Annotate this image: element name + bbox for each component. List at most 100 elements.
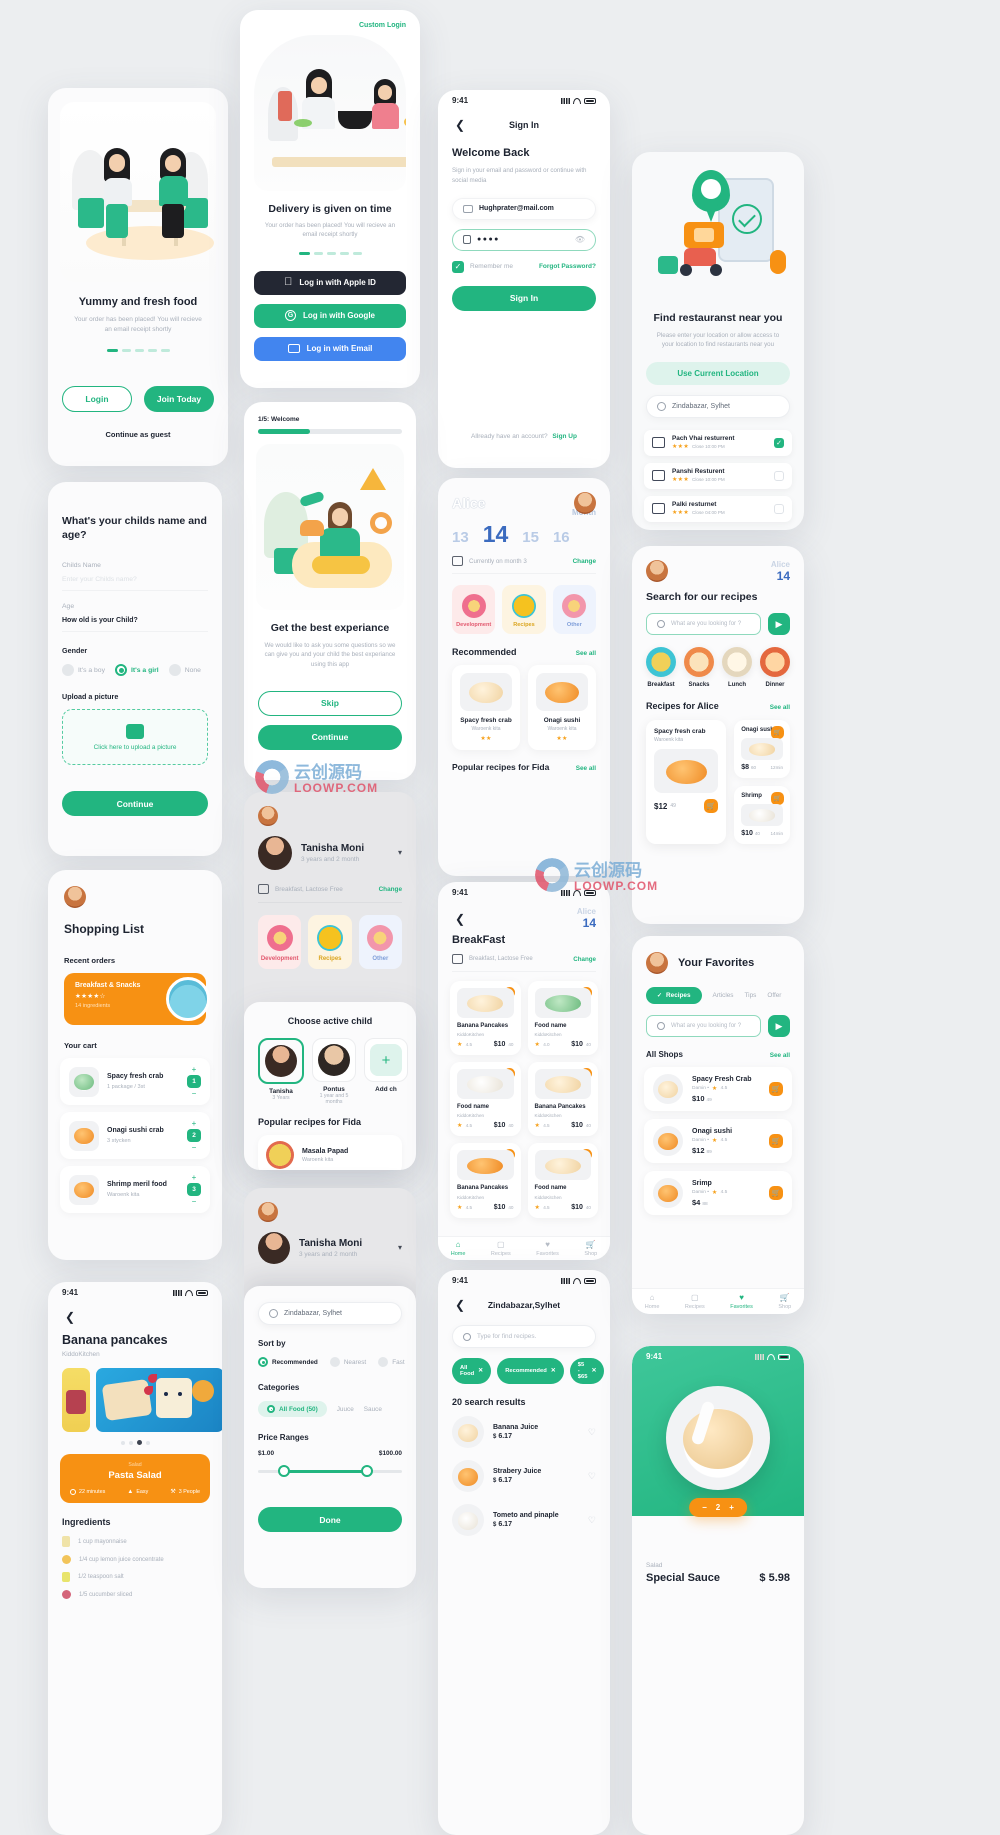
chip-all-food[interactable]: All Food (50) [258,1401,327,1417]
childs-name-field[interactable]: Childs Name Enter your Childs name? [62,562,208,592]
avatar[interactable] [574,492,596,514]
popular-see-all[interactable]: See all [576,765,596,772]
category-snacks[interactable]: Snacks [684,647,714,688]
sort-radio-fast[interactable] [378,1357,389,1367]
category-dinner[interactable]: Dinner [760,647,790,688]
remember-me-checkbox[interactable]: ✓ [452,260,464,273]
apple-login-button[interactable]:  Log in with Apple ID [254,270,406,295]
food-card[interactable]: ♡ Banana Pancakes KiddoKitchen ★ 4.5 $10… [450,1143,521,1218]
favorite-icon[interactable]: ♡ [588,1515,596,1525]
gallery-dots[interactable] [48,1440,222,1445]
google-login-button[interactable]: G Log in with Google [254,303,406,328]
chevron-down-icon[interactable]: ▾ [398,1244,402,1252]
login-button[interactable]: Login [62,385,132,412]
chip-label-juuce[interactable]: Juuce [337,1406,354,1413]
favorite-icon[interactable]: ♡ [588,1471,596,1481]
cart-row[interactable]: Spacy fresh crab 1 package / 3st + 1 − [60,1058,210,1105]
food-card[interactable]: ♡ Food name KiddoKitchen ★ 4.5 $10 40 [527,1143,598,1218]
add-to-cart-button[interactable]: 🛒 [704,799,719,813]
category-tile-other[interactable]: Other [552,585,596,634]
category-lunch[interactable]: Lunch [722,647,752,688]
sort-radio-nearest[interactable] [329,1357,340,1367]
gender-radio-boy[interactable] [62,664,74,677]
gender-radio-none[interactable] [168,664,181,677]
tab-tips[interactable]: Tips [745,992,757,999]
recipe-gallery[interactable] [62,1368,222,1432]
restaurant-row[interactable]: Panshi Resturent ★★★ Close 10:00 PM [644,462,792,489]
tab-bar[interactable]: ⌂ Home ▢ Recipes ♥ Favorites 🛒 Shop [438,1236,610,1260]
back-icon[interactable]: ❮ [452,117,468,133]
close-icon[interactable]: ✕ [551,1368,556,1374]
close-icon[interactable]: ✕ [591,1368,596,1374]
gallery-main[interactable] [96,1368,222,1432]
search-submit-button[interactable]: ▶ [768,1015,790,1037]
increase-qty-button[interactable]: + [192,1173,197,1182]
signin-button[interactable]: Sign In [452,285,596,311]
increase-qty-button[interactable]: + [192,1065,197,1074]
day-14[interactable]: 14 [483,521,509,548]
tab-favorites[interactable]: ♥ Favorites [536,1240,559,1257]
recommended-card[interactable]: Onagi sushi Waroenk kita ★★ [528,665,596,750]
cart-row[interactable]: Shrimp meril food Waroenk kita + 3 − [60,1166,210,1213]
tab-recipes[interactable]: ▢ Recipes [685,1293,705,1310]
add-to-cart-button[interactable]: 🛒 [769,1082,783,1096]
result-row[interactable]: Banana Juice $ 6.17 ♡ [452,1416,596,1448]
change-diet-button[interactable]: Change [379,886,402,893]
email-field[interactable]: Hughprater@mail.com [452,197,596,220]
breakfast-change-button[interactable]: Change [573,956,596,963]
recommended-see-all[interactable]: See all [576,650,596,657]
day-13[interactable]: 13 [452,529,469,546]
social-dots[interactable] [240,251,420,255]
parent-avatar[interactable] [258,1202,278,1222]
category-tile-recipes[interactable]: Recipes [502,585,546,634]
recommended-card[interactable]: Spacy fresh crab Waroenk kita ★★ [452,665,520,750]
favorite-row[interactable]: Srimp Damin • ★ 4.5 $4 88 🛒 [644,1171,792,1215]
recipe-feature-card[interactable]: Spacy fresh crab Waroenk kita $12 49 🛒 [646,720,727,844]
childs-name-input[interactable]: Enter your Childs name? [62,576,208,592]
chip-label-sauce[interactable]: Sauce [364,1406,382,1413]
use-current-location-button[interactable]: Use Current Location [646,361,790,385]
favorites-tabs[interactable]: ✓ Recipes Articles Tips Offer [646,987,790,1004]
category-tile-other[interactable]: Other [358,915,402,969]
sort-radio-recommended[interactable] [258,1357,268,1367]
tab-home[interactable]: ⌂ Home [645,1293,660,1310]
day-15[interactable]: 15 [522,529,539,546]
recent-order-card[interactable]: Breakfast & Snacks ★★★★☆ 14 ingredients [64,973,210,1025]
food-card[interactable]: ♡ Banana Pancakes KiddoKitchen ★ 4.5 $10… [527,1062,598,1137]
age-field[interactable]: Age How old is your Child? [62,603,208,633]
skip-button[interactable]: Skip [258,690,402,716]
search-input[interactable]: Type for find recipes. [452,1325,596,1348]
category-tile-development[interactable]: Development [258,915,302,969]
password-field[interactable]: ●●●● 👁 [452,228,596,251]
avatar[interactable] [64,886,86,908]
result-row[interactable]: Strabery Juice $ 6.17 ♡ [452,1460,596,1492]
restaurant-checkbox[interactable]: ✓ [774,437,784,448]
tab-shop[interactable]: 🛒 Shop [584,1240,597,1257]
slider-handle-max[interactable] [361,1465,374,1477]
child-option-active[interactable]: Tanisha 3 Years [258,1038,304,1105]
eye-off-icon[interactable]: 👁 [575,235,585,244]
price-slider[interactable] [258,1465,402,1477]
restaurant-checkbox[interactable] [774,503,784,514]
restaurant-checkbox[interactable] [774,470,784,481]
email-login-button[interactable]: Log in with Email [254,336,406,361]
category-tile-recipes[interactable]: Recipes [308,915,352,969]
increase-qty-button[interactable]: + [192,1119,197,1128]
all-shops-see-all[interactable]: See all [770,1052,790,1059]
continue-button[interactable]: Continue [258,724,402,750]
qty-stepper[interactable]: − 2 + [689,1498,747,1517]
recipes-see-all[interactable]: See all [770,704,790,711]
favorite-row[interactable]: Onagi sushi Damin • ★ 4.5 $12 89 🛒 [644,1119,792,1163]
food-card[interactable]: ♡ Banana Pancakes KiddoKitchen ★ 4.5 $10… [450,981,521,1056]
avatar[interactable] [646,952,668,974]
day-16[interactable]: 16 [553,529,570,546]
add-child-button[interactable]: + Add ch [364,1038,408,1105]
upload-dropzone[interactable]: Click here to upload a picture [62,709,208,766]
gallery-thumb[interactable] [62,1368,90,1432]
forgot-password-link[interactable]: Forgot Password? [539,263,596,270]
filter-done-button[interactable]: Done [258,1507,402,1532]
tab-recipes[interactable]: ▢ Recipes [491,1240,511,1257]
add-to-cart-button[interactable]: 🛒 [769,1134,783,1148]
avatar[interactable] [646,560,668,582]
gender-radio-girl[interactable] [115,664,127,677]
